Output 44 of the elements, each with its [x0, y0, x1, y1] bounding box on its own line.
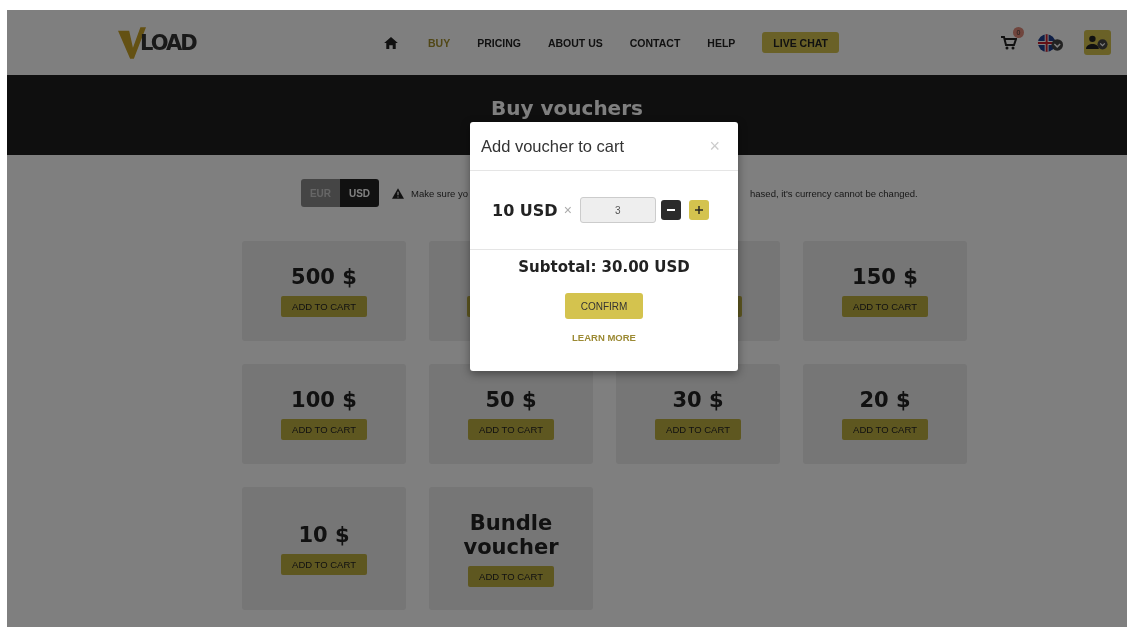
decrease-button[interactable]	[660, 200, 681, 220]
flag-dropdown-icon[interactable]	[1037, 32, 1064, 53]
quantity-field[interactable]: 3	[579, 197, 656, 223]
home-icon[interactable]	[384, 36, 398, 49]
voucher-price: 50 $	[485, 388, 537, 412]
add-to-cart-button[interactable]: ADD TO CART	[655, 419, 741, 440]
add-to-cart-button[interactable]: ADD TO CART	[281, 296, 367, 317]
nav-link[interactable]: HELP	[707, 36, 736, 49]
voucher-price: 500 $	[291, 265, 357, 289]
add-to-cart-button[interactable]: ADD TO CART	[468, 419, 554, 440]
nav-link[interactable]: CONTACT	[629, 36, 681, 49]
live-chat-button[interactable]: LIVE CHAT	[762, 32, 839, 53]
multiply-sign: ×	[563, 202, 572, 218]
notice-text: Make sure yo	[411, 187, 469, 199]
close-button[interactable]: ×	[709, 135, 720, 157]
voucher-price: 150 $	[852, 265, 918, 289]
warning-icon	[392, 187, 404, 199]
voucher-price: Bundle voucher	[462, 510, 560, 559]
voucher-price: 10 $	[298, 522, 350, 547]
voucher-price: 100 $	[291, 388, 357, 412]
subtotal-text: Subtotal: 30.00 USD	[518, 258, 690, 276]
learn-more-link[interactable]: LEARN MORE	[572, 332, 636, 343]
add-to-cart-button[interactable]: ADD TO CART	[281, 419, 367, 440]
logo[interactable]: LOAD	[118, 25, 202, 60]
user-menu-button[interactable]	[1084, 30, 1111, 55]
increase-button[interactable]	[688, 200, 709, 220]
add-to-cart-button[interactable]: ADD TO CART	[842, 296, 928, 317]
nav-link[interactable]: BUY	[428, 36, 451, 49]
add-to-cart-button[interactable]: ADD TO CART	[468, 565, 554, 587]
add-to-cart-button[interactable]: ADD TO CART	[842, 419, 928, 440]
voucher-price: 20 $	[859, 388, 911, 412]
currency-option[interactable]: USD	[340, 179, 379, 207]
voucher-price: 30 $	[672, 388, 724, 412]
page-title: Buy vouchers	[491, 96, 643, 121]
notice-text: hased, it's currency cannot be changed.	[750, 187, 918, 199]
confirm-button[interactable]: CONFIRM	[564, 293, 644, 319]
plus-icon	[693, 205, 704, 215]
add-to-cart-button[interactable]: ADD TO CART	[281, 553, 367, 575]
nav-link[interactable]: ABOUT US	[547, 36, 603, 49]
nav-link[interactable]: PRICING	[477, 36, 521, 49]
modal-title: Add voucher to cart	[481, 136, 625, 156]
user-icon	[1086, 35, 1109, 50]
unit-price: 10 USD	[492, 200, 558, 220]
cart-icon[interactable]	[1001, 35, 1017, 50]
